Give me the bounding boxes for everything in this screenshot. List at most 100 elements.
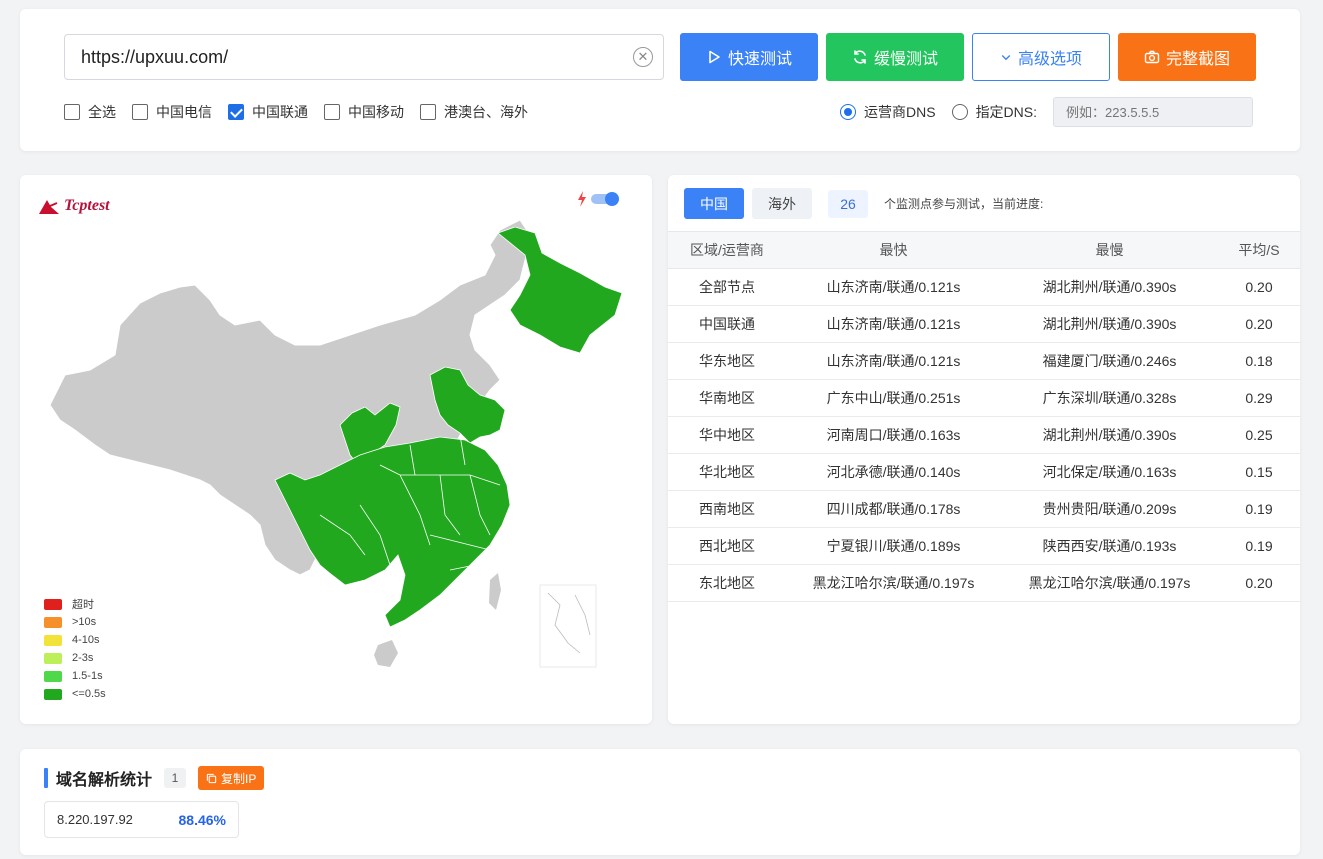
tab-overseas[interactable]: 海外 — [752, 188, 812, 219]
play-icon — [709, 50, 720, 64]
title-accent-bar — [44, 768, 48, 788]
table-cell: 0.25 — [1218, 416, 1300, 454]
filter-unicom[interactable]: 中国联通 — [228, 102, 308, 122]
table-cell: 湖北荆州/联通/0.390s — [1001, 305, 1218, 343]
checkbox[interactable] — [64, 104, 80, 120]
tcptest-logo: Tcptest — [38, 197, 110, 215]
hainan-island — [374, 640, 398, 667]
clear-icon[interactable]: ✕ — [633, 47, 653, 67]
map-mode-toggle[interactable] — [591, 192, 619, 206]
ip-entry: 8.220.197.92 88.46% — [44, 801, 239, 838]
filter-mobile[interactable]: 中国移动 — [324, 102, 404, 122]
legend-swatch — [44, 634, 62, 646]
test-control-panel: ✕ 快速测试 缓慢测试 高级选项 完整截图 全选 中国电信 中国联通 中国移动 … — [20, 9, 1300, 151]
camera-icon — [1144, 50, 1160, 64]
table-row: 全部节点 山东济南/联通/0.121s 湖北荆州/联通/0.390s 0.20 — [668, 268, 1300, 306]
legend-item: <=0.5s — [44, 685, 106, 703]
table-cell: 全部节点 — [668, 268, 786, 306]
legend-label: >10s — [72, 616, 97, 628]
legend-item: 2-3s — [44, 649, 106, 667]
logo-text: Tcptest — [64, 197, 110, 214]
custom-dns-option[interactable]: 指定DNS: — [951, 102, 1038, 122]
filter-label: 中国联通 — [252, 104, 308, 120]
table-cell: 广东深圳/联通/0.328s — [1001, 379, 1218, 417]
table-cell: 华东地区 — [668, 342, 786, 380]
table-row: 东北地区 黑龙江哈尔滨/联通/0.197s 黑龙江哈尔滨/联通/0.197s 0.20 — [668, 564, 1300, 602]
filter-overseas[interactable]: 港澳台、海外 — [420, 102, 528, 122]
checkbox[interactable] — [324, 104, 340, 120]
map-toggle-area — [577, 191, 619, 207]
dns-resolution-panel: 域名解析统计 1 复制IP 8.220.197.92 88.46% — [20, 749, 1300, 855]
chevron-down-icon — [1001, 55, 1011, 61]
isp-filter-group: 全选 中国电信 中国联通 中国移动 港澳台、海外 — [64, 102, 528, 122]
table-row: 西南地区 四川成都/联通/0.178s 贵州贵阳/联通/0.209s 0.19 — [668, 490, 1300, 528]
table-cell: 0.20 — [1218, 268, 1300, 306]
table-row: 华南地区 广东中山/联通/0.251s 广东深圳/联通/0.328s 0.29 — [668, 379, 1300, 417]
refresh-icon — [854, 50, 866, 64]
region-stats-table: 区域/运营商 最快 最慢 平均/S 全部节点 山东济南/联通/0.121s 湖北荆州… — [668, 231, 1300, 602]
legend-swatch — [44, 688, 62, 700]
filter-label: 中国电信 — [156, 104, 212, 120]
custom-dns-label: 指定DNS: — [975, 104, 1038, 120]
isp-dns-label: 运营商DNS — [864, 104, 936, 120]
logo-icon — [39, 200, 59, 214]
filter-select-all[interactable]: 全选 — [64, 102, 116, 122]
slow-test-button[interactable]: 缓慢测试 — [826, 33, 964, 81]
full-screenshot-label: 完整截图 — [1165, 51, 1230, 68]
map-panel: Tcptest 超时 >10s 4-10s 2-3s 1.5-1s <=0.5s — [20, 175, 652, 724]
radio-button[interactable] — [840, 104, 856, 120]
checkbox[interactable] — [228, 104, 244, 120]
table-cell: 黑龙江哈尔滨/联通/0.197s — [786, 564, 1001, 602]
column-header: 平均/S — [1218, 231, 1300, 269]
table-cell: 宁夏银川/联通/0.189s — [786, 527, 1001, 565]
quick-test-label: 快速测试 — [727, 51, 792, 68]
table-cell: 华中地区 — [668, 416, 786, 454]
table-cell: 福建厦门/联通/0.246s — [1001, 342, 1218, 380]
legend-item: 1.5-1s — [44, 667, 106, 685]
stats-panel: 中国 海外 26 个监测点参与测试，当前进度: 区域/运营商 最快 最慢 平均/… — [668, 175, 1300, 724]
legend-label: 2-3s — [72, 652, 94, 664]
advanced-options-label: 高级选项 — [1017, 51, 1082, 68]
filter-telecom[interactable]: 中国电信 — [132, 102, 212, 122]
copy-icon — [206, 773, 217, 783]
node-count-badge: 26 — [828, 189, 868, 218]
map-legend: 超时 >10s 4-10s 2-3s 1.5-1s <=0.5s — [44, 595, 106, 703]
china-map[interactable] — [20, 175, 652, 724]
advanced-options-button[interactable]: 高级选项 — [972, 33, 1110, 81]
tab-china[interactable]: 中国 — [684, 188, 744, 219]
table-cell: 0.20 — [1218, 305, 1300, 343]
url-field[interactable]: ✕ — [64, 34, 664, 80]
full-screenshot-button[interactable]: 完整截图 — [1118, 33, 1256, 81]
table-cell: 四川成都/联通/0.178s — [786, 490, 1001, 528]
table-cell: 东北地区 — [668, 564, 786, 602]
column-header: 最慢 — [1001, 231, 1218, 269]
filter-label: 港澳台、海外 — [444, 104, 528, 120]
table-cell: 0.18 — [1218, 342, 1300, 380]
northeast-provinces — [497, 226, 623, 354]
table-cell: 山东济南/联通/0.121s — [786, 342, 1001, 380]
url-input[interactable] — [65, 35, 605, 79]
checkbox[interactable] — [420, 104, 436, 120]
table-cell: 贵州贵阳/联通/0.209s — [1001, 490, 1218, 528]
copy-ip-button[interactable]: 复制IP — [198, 766, 265, 790]
column-header: 区域/运营商 — [668, 231, 786, 269]
table-cell: 0.19 — [1218, 490, 1300, 528]
legend-label: 1.5-1s — [72, 670, 103, 682]
table-cell: 陕西西安/联通/0.193s — [1001, 527, 1218, 565]
checkbox[interactable] — [132, 104, 148, 120]
table-row: 华中地区 河南周口/联通/0.163s 湖北荆州/联通/0.390s 0.25 — [668, 416, 1300, 454]
column-header: 最快 — [786, 231, 1001, 269]
radio-button[interactable] — [951, 104, 968, 120]
quick-test-button[interactable]: 快速测试 — [680, 33, 818, 81]
table-cell: 0.15 — [1218, 453, 1300, 491]
table-cell: 0.20 — [1218, 564, 1300, 602]
table-row: 华东地区 山东济南/联通/0.121s 福建厦门/联通/0.246s 0.18 — [668, 342, 1300, 380]
isp-dns-option[interactable]: 运营商DNS — [840, 102, 936, 122]
table-cell: 华北地区 — [668, 453, 786, 491]
table-row: 华北地区 河北承德/联通/0.140s 河北保定/联通/0.163s 0.15 — [668, 453, 1300, 491]
custom-dns-input[interactable] — [1053, 97, 1254, 127]
filter-label: 中国移动 — [348, 104, 404, 120]
slow-test-label: 缓慢测试 — [873, 51, 938, 68]
dns-panel-title: 域名解析统计 — [56, 772, 153, 789]
table-row: 中国联通 山东济南/联通/0.121s 湖北荆州/联通/0.390s 0.20 — [668, 305, 1300, 343]
